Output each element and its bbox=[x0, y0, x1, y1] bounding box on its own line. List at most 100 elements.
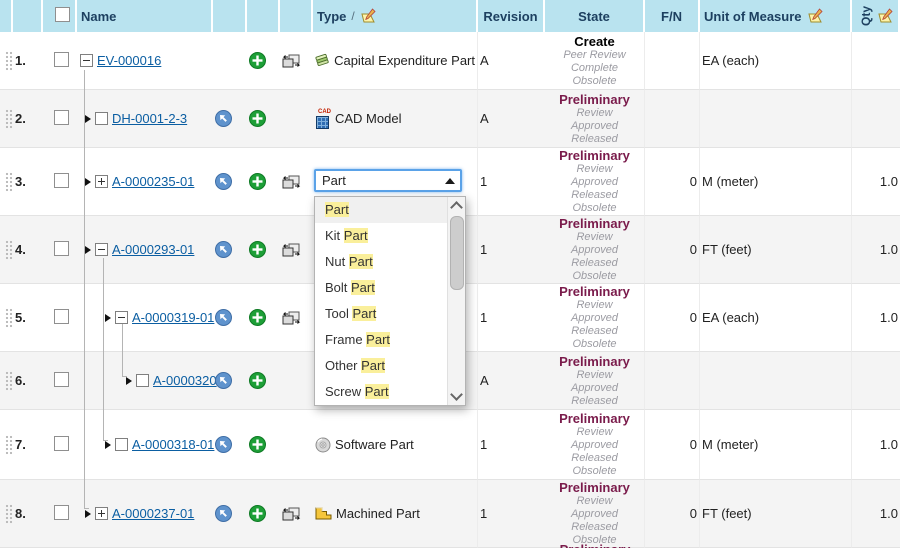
uom-cell: FT (feet) bbox=[700, 216, 852, 284]
collapse-toggle-icon[interactable] bbox=[115, 311, 128, 324]
row-checkbox[interactable] bbox=[54, 505, 69, 520]
revision-cell: 1 bbox=[478, 148, 545, 216]
header-fn[interactable]: F/N bbox=[645, 0, 700, 32]
structure-icon[interactable] bbox=[282, 507, 301, 522]
header-revision[interactable]: Revision bbox=[478, 0, 545, 32]
expand-toggle-icon[interactable] bbox=[95, 507, 108, 520]
collapse-toggle-icon[interactable] bbox=[95, 243, 108, 256]
expand-arrow-icon[interactable] bbox=[85, 246, 91, 254]
dropdown-option[interactable]: Screw Part bbox=[315, 379, 465, 405]
add-icon[interactable] bbox=[249, 372, 266, 389]
item-link[interactable]: EV-000016 bbox=[97, 53, 161, 68]
scroll-up-icon[interactable] bbox=[450, 201, 463, 214]
add-icon[interactable] bbox=[249, 110, 266, 127]
dropdown-option[interactable]: Other Part bbox=[315, 353, 465, 379]
structure-icon[interactable] bbox=[282, 311, 301, 326]
navigate-icon[interactable] bbox=[215, 436, 232, 453]
header-state[interactable]: State bbox=[545, 0, 645, 32]
add-icon[interactable] bbox=[249, 505, 266, 522]
scroll-down-icon[interactable] bbox=[450, 388, 463, 401]
header-type[interactable]: Type / bbox=[313, 0, 478, 32]
type-label: Software Part bbox=[335, 437, 414, 452]
dropdown-scrollbar[interactable] bbox=[447, 197, 465, 405]
select-all-checkbox[interactable] bbox=[55, 7, 70, 22]
item-link[interactable]: A-0000319-01 bbox=[132, 310, 214, 325]
software-part-icon bbox=[315, 437, 331, 453]
dropdown-option[interactable]: Frame Part bbox=[315, 327, 465, 353]
leaf-box-icon[interactable] bbox=[136, 374, 149, 387]
dropdown-option[interactable]: Kit Part bbox=[315, 223, 465, 249]
state-cell: Create Peer Review Complete Obsolete bbox=[545, 32, 645, 90]
row-checkbox[interactable] bbox=[54, 309, 69, 324]
item-link[interactable]: A-0000320 bbox=[153, 373, 217, 388]
machined-part-icon bbox=[315, 506, 332, 521]
item-link[interactable]: DH-0001-2-3 bbox=[112, 111, 187, 126]
revision-cell: 1 bbox=[478, 216, 545, 284]
structure-icon[interactable] bbox=[282, 54, 301, 69]
collapse-toggle-icon[interactable] bbox=[80, 54, 93, 67]
expand-arrow-icon[interactable] bbox=[126, 377, 132, 385]
add-icon[interactable] bbox=[249, 309, 266, 326]
row-checkbox[interactable] bbox=[54, 241, 69, 256]
fn-cell: 0 bbox=[645, 284, 700, 352]
expand-arrow-icon[interactable] bbox=[105, 314, 111, 322]
navigate-icon[interactable] bbox=[215, 110, 232, 127]
add-icon[interactable] bbox=[249, 241, 266, 258]
row-checkbox[interactable] bbox=[54, 372, 69, 387]
item-link[interactable]: A-0000293-01 bbox=[112, 242, 194, 257]
header-name[interactable]: Name bbox=[77, 0, 213, 32]
add-icon[interactable] bbox=[249, 173, 266, 190]
table-row: 8. A-0000237-01 Machined Part 1 Prelimin… bbox=[0, 480, 900, 548]
header-checkbox-col bbox=[43, 0, 77, 32]
fn-cell bbox=[645, 32, 700, 90]
navigate-icon[interactable] bbox=[215, 173, 232, 190]
scrollbar-thumb[interactable] bbox=[450, 216, 464, 290]
edit-pencil-icon[interactable] bbox=[360, 8, 376, 24]
header-row: Name Type / Revision State F/N Unit of M… bbox=[0, 0, 900, 32]
dropdown-option[interactable]: Part bbox=[315, 197, 465, 223]
navigate-icon[interactable] bbox=[215, 241, 232, 258]
row-checkbox[interactable] bbox=[54, 436, 69, 451]
edit-pencil-icon[interactable] bbox=[807, 8, 823, 24]
item-link[interactable]: A-0000318-01 bbox=[132, 437, 214, 452]
table-row: 7. A-0000318-01 Software Part 1 Prelimin… bbox=[0, 410, 900, 480]
edit-pencil-icon[interactable] bbox=[877, 8, 893, 24]
navigate-icon[interactable] bbox=[215, 309, 232, 326]
dropdown-option[interactable]: Nut Part bbox=[315, 249, 465, 275]
structure-icon[interactable] bbox=[282, 175, 301, 190]
structure-icon[interactable] bbox=[282, 243, 301, 258]
revision-cell: A bbox=[478, 352, 545, 410]
qty-cell bbox=[852, 32, 900, 90]
type-combobox[interactable] bbox=[314, 169, 462, 192]
state-cell: Preliminary Review Approved Released Obs… bbox=[545, 480, 645, 548]
type-combobox-input[interactable] bbox=[314, 169, 462, 192]
combobox-collapse-arrow-icon[interactable] bbox=[445, 178, 455, 184]
navigate-icon[interactable] bbox=[215, 372, 232, 389]
revision-cell: 1 bbox=[478, 410, 545, 480]
header-uom[interactable]: Unit of Measure bbox=[700, 0, 852, 32]
header-icon-col-1 bbox=[213, 0, 247, 32]
leaf-box-icon[interactable] bbox=[115, 438, 128, 451]
expand-arrow-icon[interactable] bbox=[85, 178, 91, 186]
expand-arrow-icon[interactable] bbox=[105, 441, 111, 449]
leaf-box-icon[interactable] bbox=[95, 112, 108, 125]
qty-cell: 1.0 bbox=[852, 410, 900, 480]
navigate-icon[interactable] bbox=[215, 505, 232, 522]
dropdown-option[interactable]: Bolt Part bbox=[315, 275, 465, 301]
qty-cell: 1.0 bbox=[852, 480, 900, 548]
fn-cell: 0 bbox=[645, 148, 700, 216]
row-number: 1. bbox=[13, 32, 43, 90]
item-link[interactable]: A-0000237-01 bbox=[112, 506, 194, 521]
dropdown-option[interactable]: Tool Part bbox=[315, 301, 465, 327]
header-qty[interactable]: Qty bbox=[852, 0, 900, 32]
row-checkbox[interactable] bbox=[54, 173, 69, 188]
expand-arrow-icon[interactable] bbox=[85, 510, 91, 518]
item-link[interactable]: A-0000235-01 bbox=[112, 174, 194, 189]
expand-toggle-icon[interactable] bbox=[95, 175, 108, 188]
row-checkbox[interactable] bbox=[54, 110, 69, 125]
uom-cell bbox=[700, 352, 852, 410]
row-checkbox[interactable] bbox=[54, 52, 69, 67]
expand-arrow-icon[interactable] bbox=[85, 115, 91, 123]
add-icon[interactable] bbox=[249, 436, 266, 453]
add-icon[interactable] bbox=[249, 52, 266, 69]
